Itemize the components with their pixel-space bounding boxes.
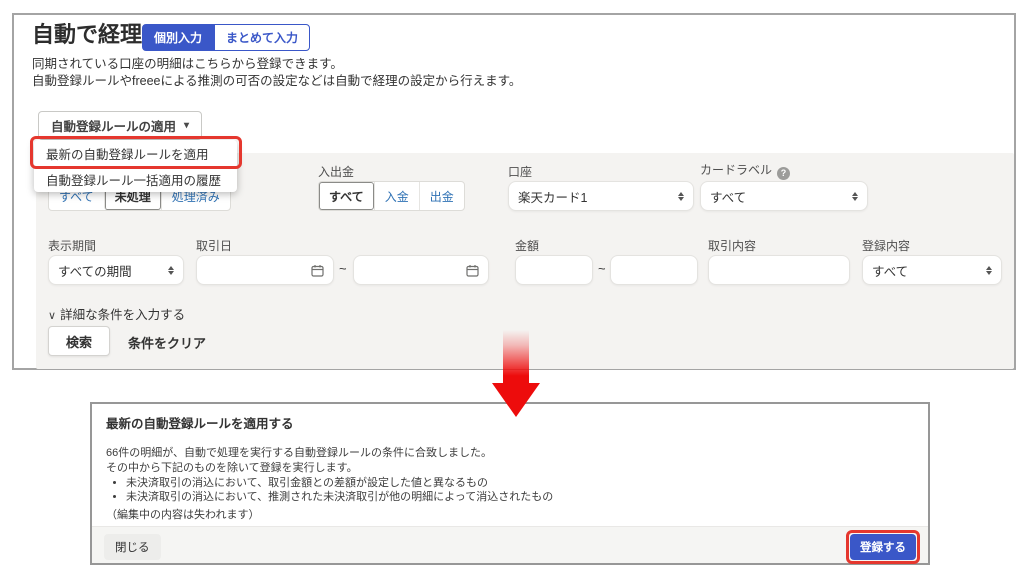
modal-bullet-1: 未決済取引の消込において、取引金額との差額が設定した値と異なるもの xyxy=(126,476,553,490)
input-mode-tabs: 個別入力 まとめて入力 xyxy=(142,24,310,51)
apply-rules-modal: 最新の自動登録ルールを適用する 66件の明細が、自動で処理を実行する自動登録ルー… xyxy=(90,402,930,565)
chevron-down-icon: ∨ xyxy=(48,310,56,322)
intro-text: 同期されている口座の明細はこちらから登録できます。 自動登録ルールやfreeeに… xyxy=(32,56,521,90)
search-button[interactable]: 検索 xyxy=(48,326,110,356)
submit-button[interactable]: 登録する xyxy=(850,534,916,560)
select-caret-icon xyxy=(986,266,992,275)
modal-note: （編集中の内容は失われます） xyxy=(106,506,259,522)
annotation-box-submit-button: 登録する xyxy=(846,530,920,564)
modal-body-line-1: 66件の明細が、自動で処理を実行する自動登録ルールの条件に合致しました。 xyxy=(106,446,492,461)
card-label-label: カードラベル? xyxy=(700,161,790,180)
registration-select-value: すべて xyxy=(872,261,908,280)
calendar-icon xyxy=(311,264,324,277)
modal-footer: 閉じる 登録する xyxy=(92,526,928,563)
modal-body-line-2: その中から下記のものを除いて登録を実行します。 xyxy=(106,461,492,476)
inout-segment-deposit[interactable]: 入金 xyxy=(374,182,419,210)
amount-label: 金額 xyxy=(515,237,539,254)
tab-individual-input[interactable]: 個別入力 xyxy=(142,24,214,51)
apply-rules-dropdown-button[interactable]: 自動登録ルールの適用 ▾ xyxy=(38,111,202,140)
advanced-conditions-label: 詳細な条件を入力する xyxy=(60,308,185,322)
account-label: 口座 xyxy=(508,163,532,180)
select-caret-icon xyxy=(852,192,858,201)
period-select-value: すべての期間 xyxy=(58,261,132,280)
select-caret-icon xyxy=(168,266,174,275)
date-to-input[interactable] xyxy=(353,255,489,285)
card-label-select[interactable]: すべて xyxy=(700,181,868,211)
description-label: 取引内容 xyxy=(708,237,756,254)
screen: 自動で経理 個別入力 まとめて入力 同期されている口座の明細はこちらから登録でき… xyxy=(0,0,1024,576)
menu-item-bulk-apply-history[interactable]: 自動登録ルール一括適用の履歴 xyxy=(34,166,237,192)
apply-rules-dropdown-menu: 最新の自動登録ルールを適用 自動登録ルール一括適用の履歴 xyxy=(34,140,237,192)
calendar-icon xyxy=(466,264,479,277)
description-input[interactable] xyxy=(708,255,850,285)
period-select[interactable]: すべての期間 xyxy=(48,255,184,285)
select-caret-icon xyxy=(678,192,684,201)
modal-body: 66件の明細が、自動で処理を実行する自動登録ルールの条件に合致しました。 その中… xyxy=(106,446,492,476)
card-label-select-value: すべて xyxy=(710,187,746,206)
apply-rules-dropdown-label: 自動登録ルールの適用 xyxy=(51,116,176,135)
registration-select[interactable]: すべて xyxy=(862,255,1002,285)
date-label: 取引日 xyxy=(196,237,232,254)
date-from-input[interactable] xyxy=(196,255,334,285)
account-select[interactable]: 楽天カード1 xyxy=(508,181,694,211)
modal-exclusion-list: 未決済取引の消込において、取引金額との差額が設定した値と異なるもの 未決済取引の… xyxy=(126,476,553,504)
caret-down-icon: ▾ xyxy=(184,120,189,131)
account-select-value: 楽天カード1 xyxy=(518,187,587,206)
amount-from-input[interactable] xyxy=(515,255,593,285)
card-label-text: カードラベル xyxy=(700,163,772,177)
page-title: 自動で経理 xyxy=(32,17,142,49)
inout-filter: すべて 入金 出金 xyxy=(318,181,465,211)
period-label: 表示期間 xyxy=(48,237,96,254)
menu-item-apply-latest-rules[interactable]: 最新の自動登録ルールを適用 xyxy=(34,140,237,166)
inout-segment-all[interactable]: すべて xyxy=(319,182,374,210)
help-icon[interactable]: ? xyxy=(777,167,790,180)
close-button[interactable]: 閉じる xyxy=(104,534,161,560)
inout-segment-withdrawal[interactable]: 出金 xyxy=(419,182,464,210)
advanced-conditions-toggle[interactable]: ∨ 詳細な条件を入力する xyxy=(48,304,185,323)
clear-conditions-button[interactable]: 条件をクリア xyxy=(128,333,206,352)
amount-to-input[interactable] xyxy=(610,255,698,285)
modal-title: 最新の自動登録ルールを適用する xyxy=(106,413,294,432)
registration-label: 登録内容 xyxy=(862,237,910,254)
amount-range-tilde: ~ xyxy=(598,261,606,276)
date-range-tilde: ~ xyxy=(339,261,347,276)
intro-line-1: 同期されている口座の明細はこちらから登録できます。 xyxy=(32,56,521,73)
modal-bullet-2: 未決済取引の消込において、推測された未決済取引が他の明細によって消込されたもの xyxy=(126,490,553,504)
inout-label: 入出金 xyxy=(318,163,354,180)
tab-batch-input[interactable]: まとめて入力 xyxy=(214,24,310,51)
intro-line-2: 自動登録ルールやfreeeによる推測の可否の設定などは自動で経理の設定から行えま… xyxy=(32,73,521,90)
